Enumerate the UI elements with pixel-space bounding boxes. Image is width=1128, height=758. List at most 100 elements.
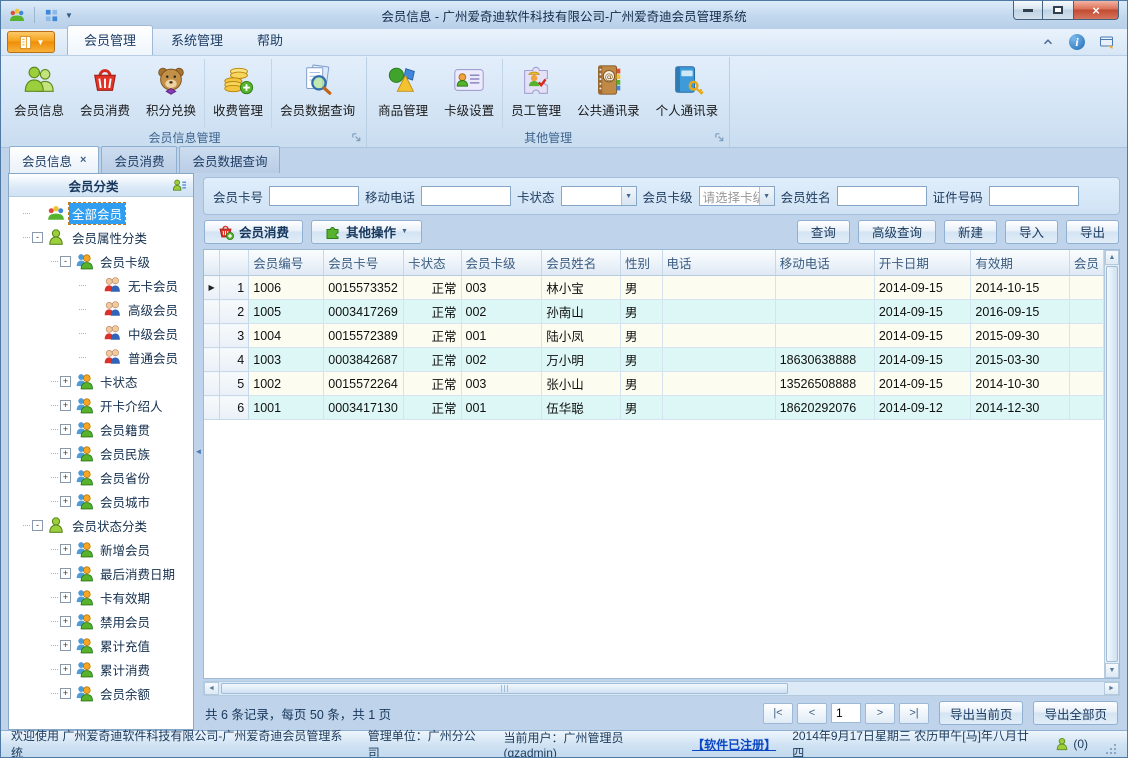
tree-item-member-status-category[interactable]: - 会员状态分类 — [13, 513, 193, 537]
filter-combo-member-card-level[interactable]: 请选择卡级▼ — [698, 186, 775, 206]
category-manage-icon[interactable] — [172, 178, 187, 193]
tree-item-member-balance[interactable]: + 会员余额 — [13, 681, 193, 705]
tree-item-card-introducer[interactable]: + 开卡介绍人 — [13, 393, 193, 417]
column-header-phone[interactable]: 电话 — [662, 250, 776, 276]
filter-input-mobile-phone[interactable] — [421, 186, 512, 206]
menu-tab-help[interactable]: 帮助 — [241, 26, 299, 55]
doc-tab-close-icon[interactable]: × — [80, 155, 86, 166]
tree-item-member-city[interactable]: + 会员城市 — [13, 489, 193, 513]
ribbon-button-fee-management[interactable]: 收费管理 — [205, 59, 273, 128]
tree-item-member-card-level[interactable]: - 会员卡级 — [13, 249, 193, 273]
column-header-card-no[interactable]: 会员卡号 — [323, 250, 405, 276]
horizontal-scrollbar[interactable]: ◄ ► — [203, 681, 1120, 696]
feedback-icon[interactable] — [1099, 34, 1115, 50]
export-all-pages-button[interactable]: 导出全部页 — [1033, 701, 1118, 725]
expand-icon[interactable]: + — [60, 639, 71, 651]
column-header-valid-until[interactable]: 有效期 — [970, 250, 1070, 276]
close-button[interactable]: × — [1073, 1, 1119, 20]
filter-combo-card-status[interactable]: ▼ — [560, 186, 637, 206]
scroll-left-icon[interactable]: ◄ — [204, 682, 219, 695]
tree-item-total-recharge[interactable]: + 累计充值 — [13, 633, 193, 657]
table-row[interactable]: ▶ 1 1006 0015573352 正常 003 林小宝男 2014-09-15 2014-… — [204, 275, 1104, 300]
row-selector-cell[interactable] — [204, 299, 221, 324]
expand-icon[interactable]: + — [60, 471, 71, 483]
chevron-down-icon[interactable]: ▼ — [620, 187, 636, 205]
resize-grip[interactable] — [1105, 743, 1117, 757]
filter-input-member-card-no[interactable] — [269, 186, 360, 206]
ribbon-button-points-exchange[interactable]: 积分兑换 — [138, 59, 206, 128]
vertical-scroll-thumb[interactable] — [1106, 266, 1118, 662]
expand-icon[interactable]: + — [60, 495, 71, 507]
column-header-card-level[interactable]: 会员卡级 — [461, 250, 543, 276]
export-button[interactable]: 导出 — [1065, 219, 1119, 244]
query-button[interactable]: 查询 — [796, 219, 850, 244]
expand-icon[interactable]: + — [60, 375, 71, 387]
expand-icon[interactable]: + — [60, 447, 71, 459]
ribbon-button-product-management[interactable]: 商品管理 — [370, 59, 436, 128]
column-header-card-status[interactable]: 卡状态 — [403, 250, 462, 276]
vertical-scrollbar[interactable]: ▲ ▼ — [1104, 250, 1119, 678]
tree-item-middle-member[interactable]: 中级会员 — [13, 321, 193, 345]
new-button[interactable]: 新建 — [943, 219, 997, 244]
ribbon-button-public-contacts[interactable]: @ 公共通讯录 — [569, 59, 648, 128]
info-icon[interactable]: i — [1069, 34, 1085, 50]
column-header-open-date[interactable]: 开卡日期 — [874, 250, 972, 276]
software-registered-link[interactable]: 【软件已注册】 — [692, 736, 776, 753]
chevron-down-icon[interactable]: ▼ — [758, 187, 774, 205]
ribbon-button-member-consume[interactable]: 会员消费 — [72, 59, 138, 128]
scroll-up-icon[interactable]: ▲ — [1105, 250, 1119, 265]
expand-icon[interactable]: + — [60, 663, 71, 675]
table-row[interactable]: 6 1001 0003417130 正常 001 伍华聪男 18620292076 2014-… — [204, 395, 1104, 420]
tree-item-card-validity[interactable]: + 卡有效期 — [13, 585, 193, 609]
tree-item-member-attribute-category[interactable]: - 会员属性分类 — [13, 225, 193, 249]
scroll-down-icon[interactable]: ▼ — [1105, 663, 1119, 678]
collapse-icon[interactable]: - — [60, 255, 71, 267]
tree-item-total-consume[interactable]: + 累计消费 — [13, 657, 193, 681]
pager-page-input[interactable] — [830, 703, 861, 723]
tree-item-new-members[interactable]: + 新增会员 — [13, 537, 193, 561]
expand-icon[interactable]: + — [60, 567, 71, 579]
tree-item-member-ethnicity[interactable]: + 会员民族 — [13, 441, 193, 465]
filter-input-member-name[interactable] — [836, 186, 927, 206]
filter-input-id-number[interactable] — [988, 186, 1079, 206]
quick-access-grid-icon[interactable] — [44, 8, 59, 23]
tree-item-no-card-member[interactable]: 无卡会员 — [13, 273, 193, 297]
other-operations-button[interactable]: 其他操作 ▼ — [311, 219, 422, 244]
expand-icon[interactable]: + — [60, 543, 71, 555]
menu-tab-member-management[interactable]: 会员管理 — [67, 25, 154, 55]
tree-item-senior-member[interactable]: 高级会员 — [13, 297, 193, 321]
menu-tab-system-management[interactable]: 系统管理 — [155, 26, 239, 55]
tree-item-last-consume-date[interactable]: + 最后消费日期 — [13, 561, 193, 585]
doc-tab-member-consume[interactable]: 会员消费 — [101, 146, 178, 173]
pager-first-button[interactable]: |< — [762, 702, 793, 724]
quick-access-dropdown-icon[interactable]: ▼ — [65, 11, 73, 20]
tree-item-card-status[interactable]: + 卡状态 — [13, 369, 193, 393]
tree-item-all-members[interactable]: 全部会员 — [13, 201, 193, 225]
expand-icon[interactable]: + — [60, 687, 71, 699]
collapse-icon[interactable]: - — [32, 231, 43, 243]
import-button[interactable]: 导入 — [1004, 219, 1058, 244]
maximize-button[interactable] — [1043, 1, 1073, 20]
row-selector-cell[interactable] — [204, 347, 221, 372]
dialog-launcher-icon[interactable] — [714, 132, 725, 143]
expand-icon[interactable]: + — [60, 615, 71, 627]
tree-item-ordinary-member[interactable]: 普通会员 — [13, 345, 193, 369]
pager-last-button[interactable]: >| — [898, 702, 929, 724]
pager-next-button[interactable]: > — [864, 702, 895, 724]
tree-item-member-native-place[interactable]: + 会员籍贯 — [13, 417, 193, 441]
column-header-gender[interactable]: 性别 — [620, 250, 663, 276]
collapse-icon[interactable]: - — [32, 519, 43, 531]
sidebar-splitter[interactable]: ◄ — [194, 173, 203, 730]
tree-item-disabled-members[interactable]: + 禁用会员 — [13, 609, 193, 633]
column-header-selector[interactable] — [204, 250, 221, 276]
row-selector-cell[interactable] — [204, 371, 221, 396]
table-row[interactable]: 5 1002 0015572264 正常 003 张小山男 13526508888 2014-… — [204, 371, 1104, 396]
app-menu-button[interactable]: ▼ — [7, 31, 55, 53]
export-current-page-button[interactable]: 导出当前页 — [938, 701, 1024, 725]
ribbon-button-personal-contacts[interactable]: 个人通讯录 — [648, 59, 727, 128]
expand-icon[interactable]: + — [60, 423, 71, 435]
column-header-mobile[interactable]: 移动电话 — [775, 250, 875, 276]
advanced-query-button[interactable]: 高级查询 — [857, 219, 936, 244]
member-consume-button[interactable]: 会员消费 — [204, 219, 304, 244]
ribbon-button-member-info[interactable]: 会员信息 — [6, 59, 72, 128]
